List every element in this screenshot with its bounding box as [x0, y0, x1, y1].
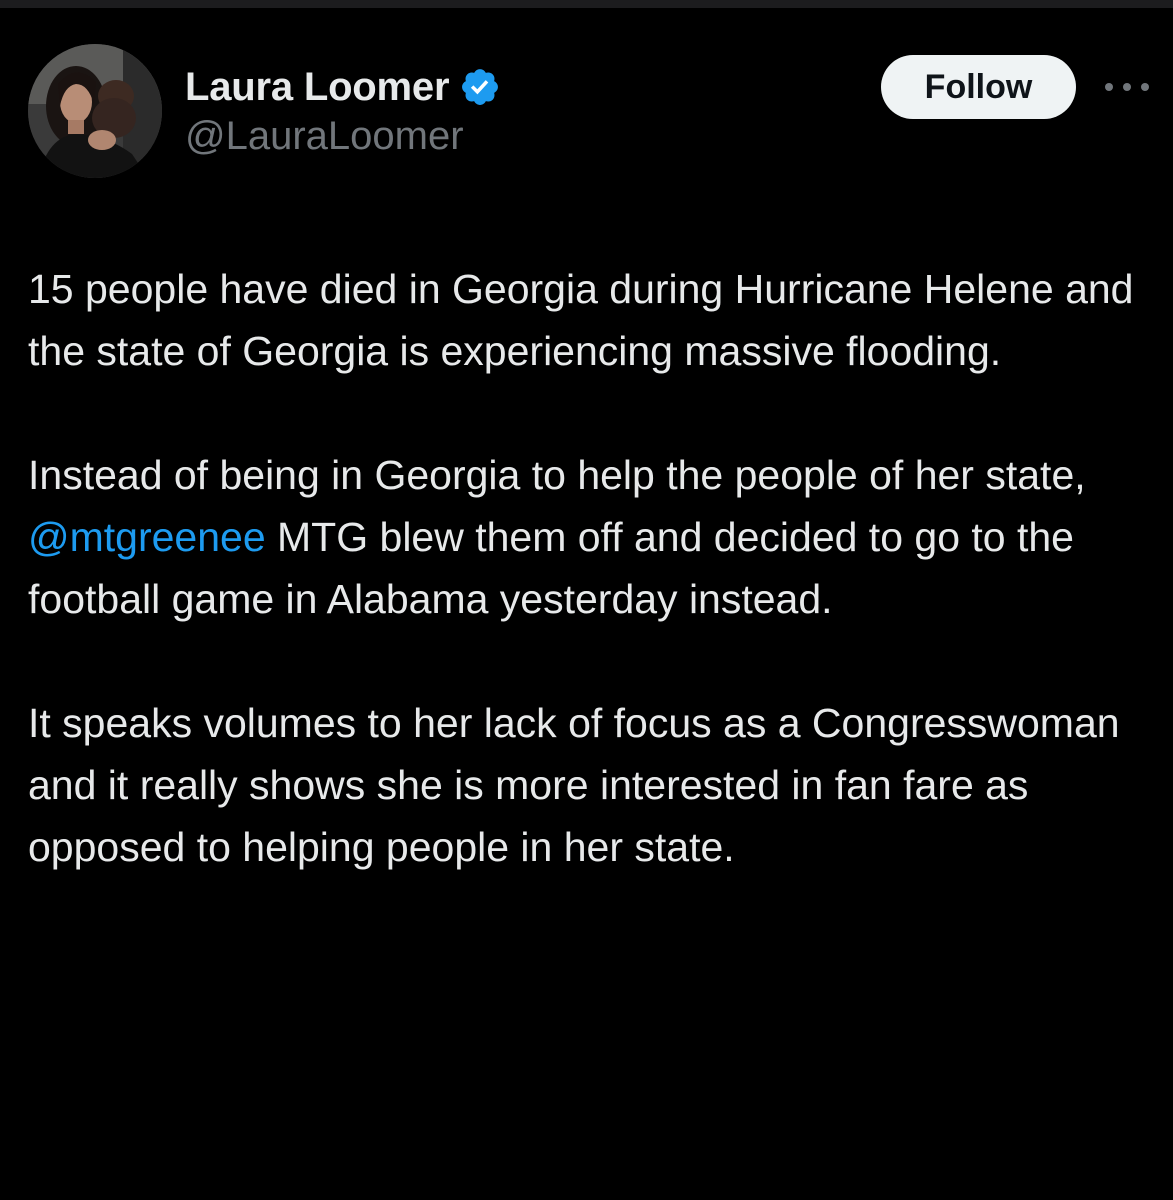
- tweet-paragraph-1: 15 people have died in Georgia during Hu…: [28, 266, 1134, 374]
- verified-badge-icon: [459, 66, 501, 108]
- tweet-card: Laura Loomer @LauraLoomer Follow 15 peop…: [0, 0, 1173, 1200]
- follow-button[interactable]: Follow: [881, 55, 1076, 119]
- display-name-row: Laura Loomer: [185, 62, 501, 112]
- avatar[interactable]: [28, 44, 162, 178]
- tweet-paragraph-2: Instead of being in Georgia to help the …: [28, 444, 1148, 630]
- tweet-text: 15 people have died in Georgia during Hu…: [28, 258, 1148, 878]
- tweet-paragraph-2-text-start: Instead of being in Georgia to help the …: [28, 452, 1086, 498]
- display-name[interactable]: Laura Loomer: [185, 65, 450, 110]
- mention-link[interactable]: @mtgreenee: [28, 514, 266, 560]
- avatar-photo: [28, 44, 162, 178]
- user-handle[interactable]: @LauraLoomer: [185, 114, 464, 159]
- tweet-header: Laura Loomer @LauraLoomer Follow: [0, 0, 1173, 200]
- tweet-paragraph-3: It speaks volumes to her lack of focus a…: [28, 700, 1120, 870]
- more-options-icon[interactable]: [1100, 72, 1154, 102]
